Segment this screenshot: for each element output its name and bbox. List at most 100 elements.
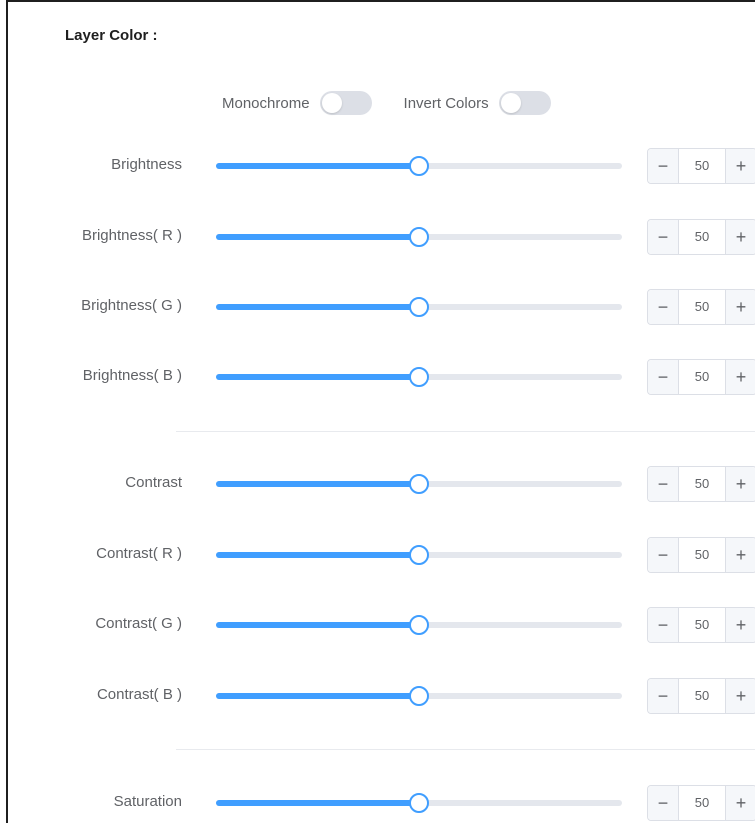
stepper-value[interactable]: 50 — [679, 467, 725, 501]
decrement-button[interactable]: − — [648, 149, 679, 183]
plus-icon: + — [735, 792, 747, 813]
slider-label: Contrast( B ) — [96, 686, 182, 703]
contrast-slider[interactable] — [216, 474, 622, 494]
saturation-stepper: − 50 + — [647, 785, 755, 821]
minus-icon: − — [657, 614, 669, 635]
stepper-value[interactable]: 50 — [679, 360, 725, 394]
toggle-row: Monochrome Invert Colors — [222, 90, 583, 116]
increment-button[interactable]: + — [725, 360, 755, 394]
increment-button[interactable]: + — [725, 786, 755, 820]
minus-icon: − — [657, 296, 669, 317]
section-divider — [176, 431, 755, 432]
slider-thumb[interactable] — [409, 367, 429, 387]
plus-icon: + — [735, 685, 747, 706]
stepper-value[interactable]: 50 — [679, 149, 725, 183]
minus-icon: − — [657, 155, 669, 176]
plus-icon: + — [735, 226, 747, 247]
increment-button[interactable]: + — [725, 538, 755, 572]
minus-icon: − — [657, 473, 669, 494]
increment-button[interactable]: + — [725, 220, 755, 254]
contrast-b-slider[interactable] — [216, 686, 622, 706]
slider-thumb[interactable] — [409, 474, 429, 494]
plus-icon: + — [735, 473, 747, 494]
decrement-button[interactable]: − — [648, 467, 679, 501]
slider-thumb[interactable] — [409, 686, 429, 706]
slider-row-contrast-g: Contrast( G ) − 50 + — [8, 607, 755, 643]
plus-icon: + — [735, 366, 747, 387]
slider-row-brightness-g: Brightness( G ) − 50 + — [8, 289, 755, 325]
slider-thumb[interactable] — [409, 615, 429, 635]
stepper-value[interactable]: 50 — [679, 290, 725, 324]
slider-label: Brightness( R ) — [81, 227, 182, 244]
slider-thumb[interactable] — [409, 297, 429, 317]
switch-knob — [321, 93, 342, 113]
section-divider — [176, 749, 755, 750]
brightness-r-slider[interactable] — [216, 227, 622, 247]
stepper-value[interactable]: 50 — [679, 220, 725, 254]
stepper-value[interactable]: 50 — [679, 786, 725, 820]
brightness-slider[interactable] — [216, 156, 622, 176]
slider-row-contrast-b: Contrast( B ) − 50 + — [8, 678, 755, 714]
decrement-button[interactable]: − — [648, 538, 679, 572]
contrast-b-stepper: − 50 + — [647, 678, 755, 714]
brightness-g-slider[interactable] — [216, 297, 622, 317]
saturation-slider[interactable] — [216, 793, 622, 813]
plus-icon: + — [735, 155, 747, 176]
slider-row-brightness-b: Brightness( B ) − 50 + — [8, 359, 755, 395]
increment-button[interactable]: + — [725, 679, 755, 713]
brightness-b-stepper: − 50 + — [647, 359, 755, 395]
invert-colors-label: Invert Colors — [403, 94, 489, 112]
brightness-b-slider[interactable] — [216, 367, 622, 387]
plus-icon: + — [735, 544, 747, 565]
slider-row-saturation: Saturation − 50 + — [8, 785, 755, 821]
slider-thumb[interactable] — [409, 156, 429, 176]
stepper-value[interactable]: 50 — [679, 608, 725, 642]
slider-label: Brightness( G ) — [81, 297, 182, 314]
slider-row-brightness-r: Brightness( R ) − 50 + — [8, 219, 755, 255]
contrast-g-slider[interactable] — [216, 615, 622, 635]
increment-button[interactable]: + — [725, 608, 755, 642]
brightness-r-stepper: − 50 + — [647, 219, 755, 255]
slider-row-brightness: Brightness − 50 + — [8, 148, 755, 184]
contrast-g-stepper: − 50 + — [647, 607, 755, 643]
increment-button[interactable]: + — [725, 290, 755, 324]
contrast-stepper: − 50 + — [647, 466, 755, 502]
slider-thumb[interactable] — [409, 793, 429, 813]
monochrome-switch[interactable] — [319, 91, 372, 115]
contrast-r-slider[interactable] — [216, 545, 622, 565]
decrement-button[interactable]: − — [648, 360, 679, 394]
minus-icon: − — [657, 366, 669, 387]
plus-icon: + — [735, 296, 747, 317]
plus-icon: + — [735, 614, 747, 635]
invert-colors-switch[interactable] — [498, 91, 551, 115]
slider-label: Contrast — [125, 474, 182, 491]
stepper-value[interactable]: 50 — [679, 538, 725, 572]
slider-label: Contrast( G ) — [95, 615, 182, 632]
slider-label: Contrast( R ) — [96, 545, 182, 562]
minus-icon: − — [657, 685, 669, 706]
slider-label: Saturation — [113, 793, 182, 810]
minus-icon: − — [657, 226, 669, 247]
contrast-r-stepper: − 50 + — [647, 537, 755, 573]
slider-label: Brightness — [111, 156, 182, 173]
decrement-button[interactable]: − — [648, 608, 679, 642]
decrement-button[interactable]: − — [648, 220, 679, 254]
brightness-g-stepper: − 50 + — [647, 289, 755, 325]
panel-title: Layer Color : — [65, 27, 158, 44]
increment-button[interactable]: + — [725, 467, 755, 501]
decrement-button[interactable]: − — [648, 679, 679, 713]
minus-icon: − — [657, 544, 669, 565]
slider-label: Brightness( B ) — [82, 367, 182, 384]
slider-thumb[interactable] — [409, 545, 429, 565]
decrement-button[interactable]: − — [648, 290, 679, 324]
slider-thumb[interactable] — [409, 227, 429, 247]
minus-icon: − — [657, 792, 669, 813]
decrement-button[interactable]: − — [648, 786, 679, 820]
stepper-value[interactable]: 50 — [679, 679, 725, 713]
monochrome-label: Monochrome — [222, 94, 310, 112]
layer-color-panel: Layer Color : Monochrome Invert Colors B… — [6, 0, 755, 823]
brightness-stepper: − 50 + — [647, 148, 755, 184]
slider-row-contrast-r: Contrast( R ) − 50 + — [8, 537, 755, 573]
increment-button[interactable]: + — [725, 149, 755, 183]
switch-knob — [500, 93, 521, 113]
